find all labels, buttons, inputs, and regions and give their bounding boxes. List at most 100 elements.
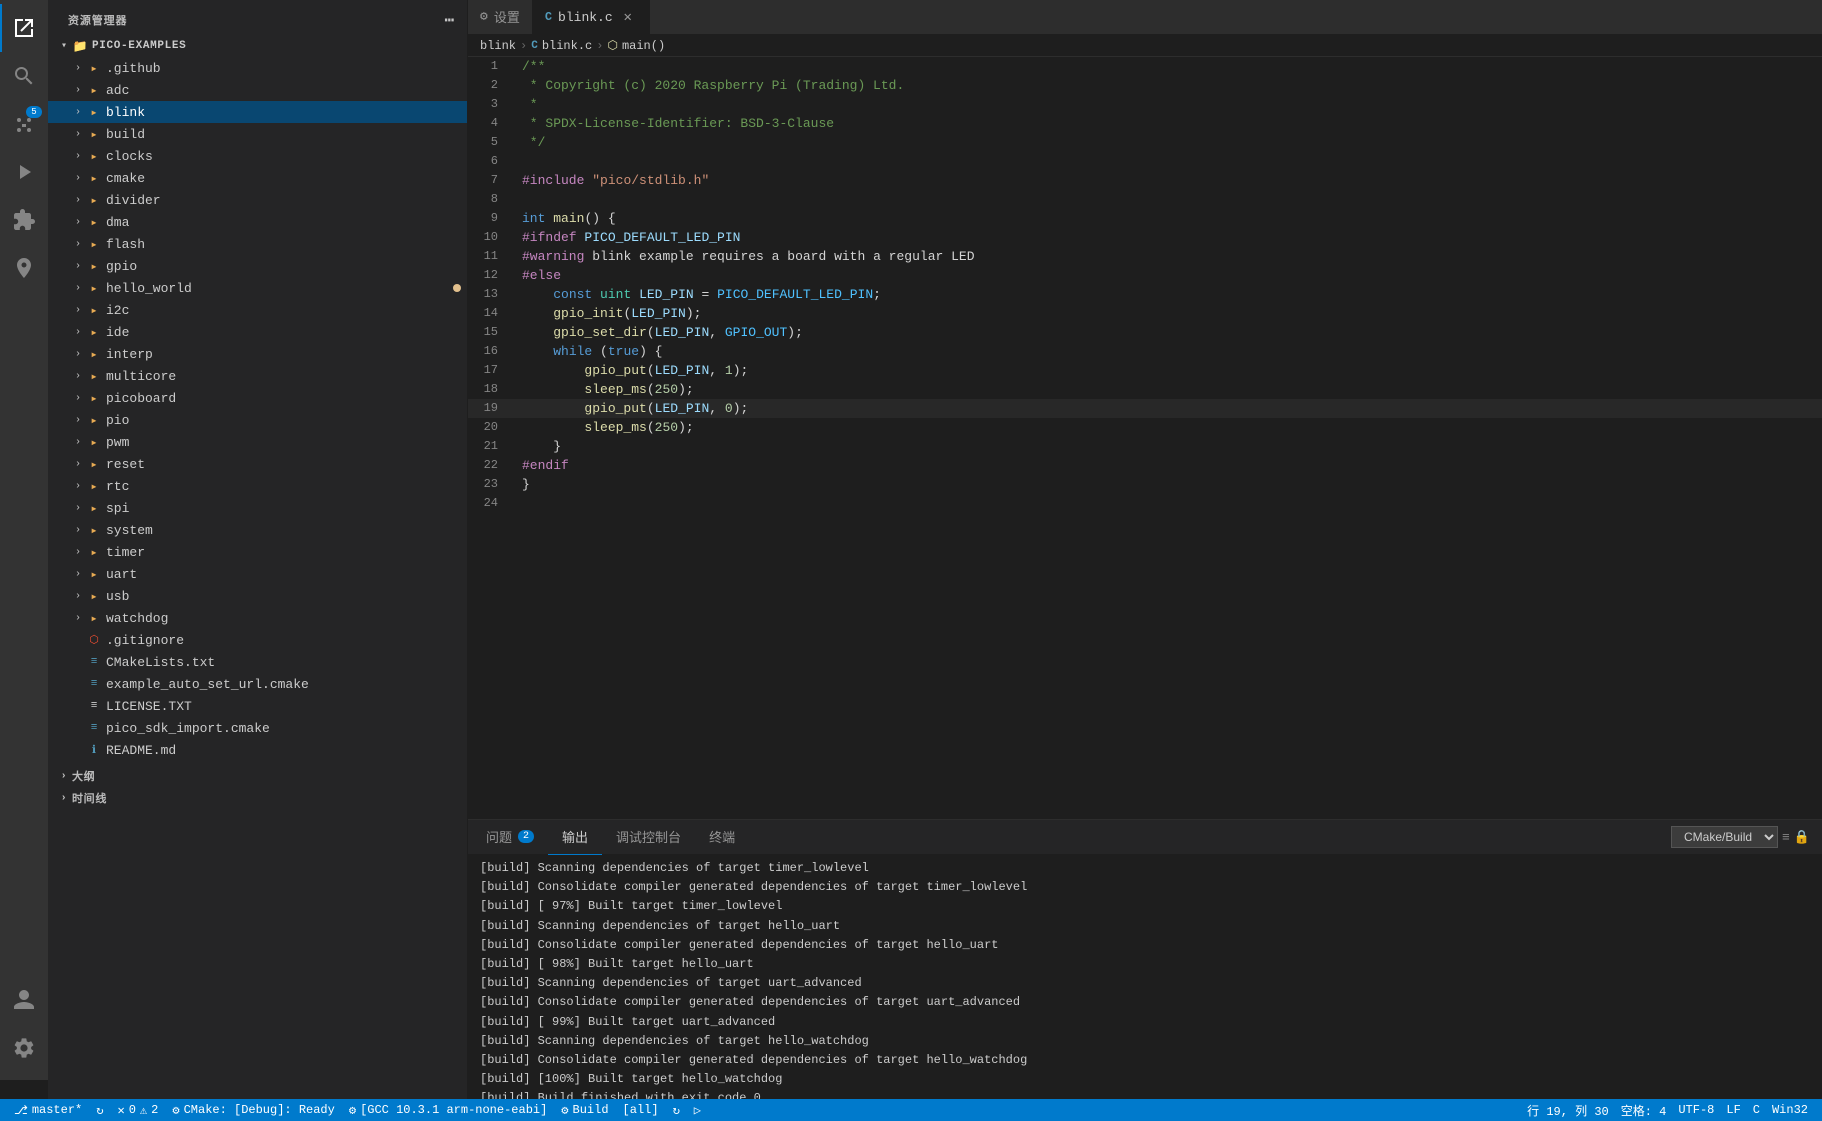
tab-settings-label: 设置 [494, 7, 520, 26]
sidebar-item-cmakelists[interactable]: › ≡ CMakeLists.txt [48, 651, 467, 673]
dma-label: dma [106, 215, 467, 230]
breadcrumb-main[interactable]: main() [622, 39, 665, 53]
new-file-icon[interactable]: ⋯ [444, 10, 455, 30]
code-editor[interactable]: 1 /** 2 * Copyright (c) 2020 Raspberry P… [468, 57, 1822, 819]
sidebar-item-gitignore[interactable]: › ⬡ .gitignore [48, 629, 467, 651]
license-label: LICENSE.TXT [106, 699, 467, 714]
sidebar-item-picoboard[interactable]: › ▸ picoboard [48, 387, 467, 409]
outline-header[interactable]: › 大纲 [48, 765, 467, 787]
sidebar-item-flash[interactable]: › ▸ flash [48, 233, 467, 255]
root-label: PICO-EXAMPLES [92, 40, 467, 52]
sidebar-item-multicore[interactable]: › ▸ multicore [48, 365, 467, 387]
sidebar-item-system[interactable]: › ▸ system [48, 519, 467, 541]
sidebar-item-github[interactable]: › ▸ .github [48, 57, 467, 79]
status-errors[interactable]: ✕ 0 ⚠ 2 [111, 1099, 164, 1121]
sidebar-item-watchdog[interactable]: › ▸ watchdog [48, 607, 467, 629]
sidebar-item-adc[interactable]: › ▸ adc [48, 79, 467, 101]
status-encoding[interactable]: UTF-8 [1672, 1099, 1720, 1121]
flash-label: flash [106, 237, 467, 252]
panel-list-icon[interactable]: ≡ [1782, 830, 1790, 845]
sidebar-item-pwm[interactable]: › ▸ pwm [48, 431, 467, 453]
output-line-3: [build] [ 97%] Built target timer_lowlev… [480, 897, 1810, 916]
picoboard-label: picoboard [106, 391, 467, 406]
activity-extensions[interactable] [0, 196, 48, 244]
activity-settings[interactable] [0, 1024, 48, 1072]
tab-bar: ⚙ 设置 C blink.c ✕ [468, 0, 1822, 35]
panel-tab-problems[interactable]: 问题 2 [472, 820, 548, 855]
cmake-folder-icon: ▸ [86, 170, 102, 186]
code-line-1: 1 /** [468, 57, 1822, 76]
sidebar-item-i2c[interactable]: › ▸ i2c [48, 299, 467, 321]
status-run[interactable]: [all] [617, 1099, 665, 1121]
tab-blink-c[interactable]: C blink.c ✕ [533, 0, 650, 34]
status-build[interactable]: ⚙ Build [555, 1099, 614, 1121]
output-line-11: [build] Consolidate compiler generated d… [480, 1051, 1810, 1070]
status-os[interactable]: Win32 [1766, 1099, 1814, 1121]
sidebar-item-readme[interactable]: › ℹ README.md [48, 739, 467, 761]
activity-source-control[interactable]: 5 [0, 100, 48, 148]
status-line-ending[interactable]: LF [1720, 1099, 1746, 1121]
sidebar-item-gpio[interactable]: › ▸ gpio [48, 255, 467, 277]
panel-lock-icon[interactable]: 🔒 [1794, 830, 1810, 845]
status-cmake[interactable]: ⚙ CMake: [Debug]: Ready [166, 1099, 340, 1121]
sidebar-item-license[interactable]: › ≡ LICENSE.TXT [48, 695, 467, 717]
sidebar-item-rtc[interactable]: › ▸ rtc [48, 475, 467, 497]
sidebar-item-build[interactable]: › ▸ build [48, 123, 467, 145]
sidebar-item-timer[interactable]: › ▸ timer [48, 541, 467, 563]
activity-search[interactable] [0, 52, 48, 100]
sidebar-item-dma[interactable]: › ▸ dma [48, 211, 467, 233]
status-play[interactable]: ▷ [688, 1099, 707, 1121]
status-position[interactable]: 行 19, 列 30 [1521, 1099, 1615, 1121]
panel-tab-debug[interactable]: 调试控制台 [602, 820, 695, 855]
reset-label: reset [106, 457, 467, 472]
breadcrumb-blink-c[interactable]: blink.c [542, 39, 592, 53]
timer-folder-icon: ▸ [86, 544, 102, 560]
tab-close-button[interactable]: ✕ [619, 8, 637, 26]
sidebar-item-reset[interactable]: › ▸ reset [48, 453, 467, 475]
sidebar-item-divider[interactable]: › ▸ divider [48, 189, 467, 211]
status-branch[interactable]: ⎇ master* [8, 1099, 88, 1121]
breadcrumb-blink[interactable]: blink [480, 39, 516, 53]
code-line-19: 19 gpio_put(LED_PIN, 0); [468, 399, 1822, 418]
activity-account[interactable] [0, 976, 48, 1024]
sidebar-item-hello-world[interactable]: › ▸ hello_world [48, 277, 467, 299]
sidebar-item-cmake[interactable]: › ▸ cmake [48, 167, 467, 189]
activity-remote[interactable] [0, 244, 48, 292]
timeline-header[interactable]: › 时间线 [48, 787, 467, 809]
status-sync[interactable]: ↻ [90, 1099, 109, 1121]
divider-arrow: › [70, 192, 86, 208]
multicore-label: multicore [106, 369, 467, 384]
sidebar-item-blink[interactable]: › ▸ blink [48, 101, 467, 123]
build-selector[interactable]: CMake/Build [1671, 826, 1778, 848]
adc-label: adc [106, 83, 467, 98]
status-gcc[interactable]: ⚙ [GCC 10.3.1 arm-none-eabi] [343, 1099, 553, 1121]
system-arrow: › [70, 522, 86, 538]
tree-root[interactable]: ▾ 📁 PICO-EXAMPLES [48, 35, 467, 57]
output-line-8: [build] Consolidate compiler generated d… [480, 993, 1810, 1012]
panel-tab-terminal[interactable]: 终端 [695, 820, 749, 855]
cursor-position: 行 19, 列 30 [1527, 1102, 1609, 1119]
sidebar-item-ide[interactable]: › ▸ ide [48, 321, 467, 343]
sidebar-item-usb[interactable]: › ▸ usb [48, 585, 467, 607]
flash-folder-icon: ▸ [86, 236, 102, 252]
status-refresh[interactable]: ↻ [667, 1099, 686, 1121]
run-icon: [all] [623, 1103, 659, 1117]
activity-run[interactable] [0, 148, 48, 196]
sidebar-item-pio[interactable]: › ▸ pio [48, 409, 467, 431]
usb-folder-icon: ▸ [86, 588, 102, 604]
sidebar-item-example-auto[interactable]: › ≡ example_auto_set_url.cmake [48, 673, 467, 695]
sidebar-item-uart[interactable]: › ▸ uart [48, 563, 467, 585]
panel-tab-output[interactable]: 输出 [548, 820, 602, 855]
status-spaces[interactable]: 空格: 4 [1615, 1099, 1673, 1121]
play-icon: ▷ [694, 1103, 701, 1118]
sidebar-item-spi[interactable]: › ▸ spi [48, 497, 467, 519]
sidebar-item-pico-sdk[interactable]: › ≡ pico_sdk_import.cmake [48, 717, 467, 739]
sidebar-item-interp[interactable]: › ▸ interp [48, 343, 467, 365]
gpio-label: gpio [106, 259, 467, 274]
panel-tabs: 问题 2 输出 调试控制台 终端 CMake/Build ≡ 🔒 [468, 820, 1822, 855]
tab-settings[interactable]: ⚙ 设置 [468, 0, 533, 34]
sidebar-item-clocks[interactable]: › ▸ clocks [48, 145, 467, 167]
output-line-9: [build] [ 99%] Built target uart_advance… [480, 1013, 1810, 1032]
status-lang[interactable]: C [1747, 1099, 1766, 1121]
activity-explorer[interactable] [0, 4, 48, 52]
